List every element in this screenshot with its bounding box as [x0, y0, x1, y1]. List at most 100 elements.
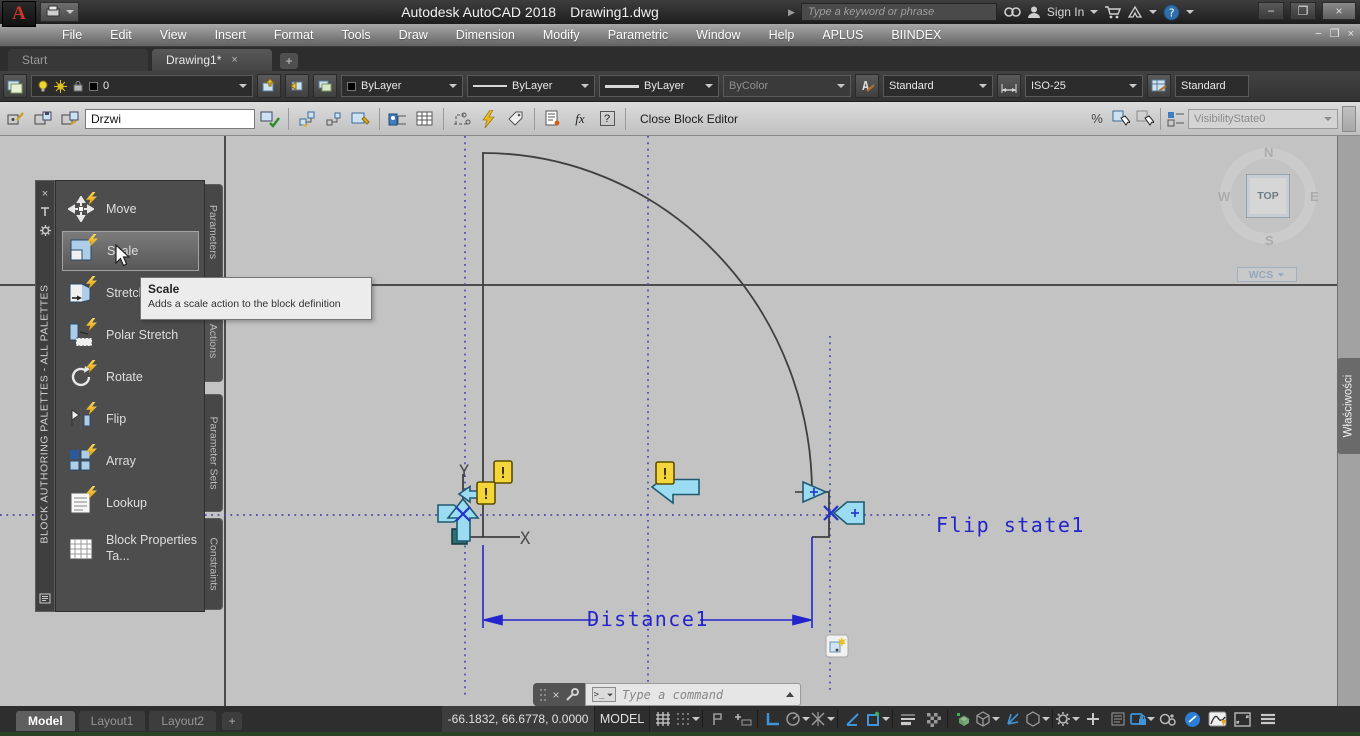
tab-start[interactable]: Start	[8, 49, 148, 71]
menu-parametric[interactable]: Parametric	[594, 24, 682, 47]
osnap-dropdown-icon[interactable]	[882, 717, 890, 721]
tab-parameter-sets[interactable]: Parameter Sets	[205, 394, 223, 512]
constraint-icon[interactable]	[450, 107, 474, 131]
model-space-button[interactable]: MODEL	[594, 706, 650, 732]
viewcube-south[interactable]: S	[1265, 233, 1274, 248]
toolbar-overflow-handle[interactable]	[1342, 106, 1356, 132]
command-prompt-icon[interactable]: >_	[592, 687, 616, 702]
3dosnap-dropdown-icon[interactable]	[992, 717, 1000, 721]
palette-item-lookup[interactable]: Lookup	[62, 483, 199, 523]
make-visible-icon[interactable]	[1109, 107, 1133, 131]
palette-properties-gear-icon[interactable]	[36, 221, 54, 239]
snap-mode-icon[interactable]	[675, 706, 700, 732]
layout2-tab[interactable]: Layout2	[149, 711, 216, 731]
table-style-combo[interactable]: Standard	[1175, 75, 1249, 97]
palette-titlebar[interactable]: × BLOCK AUTHORING PALETTES - ALL PALETTE…	[35, 180, 55, 612]
gizmo-gear-icon[interactable]	[1055, 706, 1080, 732]
menu-format[interactable]: Format	[260, 24, 328, 47]
warning-badges[interactable]: ! ! !	[477, 461, 674, 504]
plot-icon[interactable]	[45, 5, 61, 19]
autocad-logo[interactable]: A	[2, 1, 36, 27]
cart-icon[interactable]	[1104, 5, 1121, 19]
infer-constraints-icon[interactable]	[705, 706, 730, 732]
menu-draw[interactable]: Draw	[385, 24, 442, 47]
iso-dropdown-icon[interactable]	[827, 717, 835, 721]
menu-insert[interactable]: Insert	[201, 24, 260, 47]
gear-dropdown-icon[interactable]	[1072, 717, 1080, 721]
drawing-area[interactable]: Y X Distance1 Flip state1	[0, 136, 1360, 706]
tab-parameters[interactable]: Parameters	[205, 184, 223, 280]
flip-state-label[interactable]: Flip state1	[936, 513, 1085, 537]
linetype-combo[interactable]: ByLayer	[467, 75, 595, 97]
annotation-scale-plus-icon[interactable]	[1080, 706, 1105, 732]
define-attribute-icon[interactable]	[349, 107, 373, 131]
dynamic-ucs-icon[interactable]	[1000, 706, 1025, 732]
attribute-manager-icon[interactable]	[541, 107, 565, 131]
transparency-icon[interactable]	[920, 706, 945, 732]
palette-autohide-icon[interactable]	[36, 203, 54, 221]
menu-window[interactable]: Window	[682, 24, 754, 47]
account-dropdown-icon[interactable]	[1149, 10, 1157, 14]
palette-item-rotate[interactable]: Rotate	[62, 357, 199, 397]
block-table-icon[interactable]	[413, 107, 437, 131]
menu-modify[interactable]: Modify	[529, 24, 594, 47]
properties-panel-tab[interactable]: Właściwości	[1337, 358, 1360, 454]
menu-view[interactable]: View	[146, 24, 201, 47]
palette-bottom-properties-icon[interactable]	[36, 589, 54, 607]
dynamic-input-icon[interactable]	[730, 706, 755, 732]
3d-object-snap-icon[interactable]	[975, 706, 1000, 732]
palette-item-move[interactable]: Move	[62, 189, 199, 229]
menu-biindex[interactable]: BIINDEX	[877, 24, 955, 47]
make-invisible-icon[interactable]	[1133, 107, 1157, 131]
object-snap-icon[interactable]	[865, 706, 890, 732]
autodesk-account-icon[interactable]	[1127, 5, 1143, 19]
layer-on-icon[interactable]	[37, 80, 49, 92]
viewcube-top-face[interactable]: TOP	[1246, 174, 1290, 218]
annotation-mini-icon[interactable]	[826, 635, 848, 657]
parameter-icon[interactable]	[295, 107, 319, 131]
customization-icon[interactable]	[1255, 706, 1280, 732]
grip-dots-icon[interactable]	[539, 688, 547, 702]
visibility-mode-icon[interactable]	[1164, 107, 1188, 131]
palette-item-array[interactable]: Array	[62, 441, 199, 481]
layer-lock-icon[interactable]	[72, 80, 84, 92]
layout1-tab[interactable]: Layout1	[79, 711, 146, 731]
color-combo[interactable]: ByLayer	[341, 75, 463, 97]
lineweight-combo[interactable]: ByLayer	[599, 75, 719, 97]
model-tab[interactable]: Model	[16, 711, 75, 731]
edit-block-icon[interactable]	[4, 107, 28, 131]
wcs-selector[interactable]: WCS	[1237, 267, 1297, 282]
command-line[interactable]: × >_	[533, 683, 801, 706]
make-layer-current-button[interactable]	[257, 74, 281, 98]
text-style-icon[interactable]: A	[855, 74, 879, 98]
tag-icon[interactable]	[504, 107, 528, 131]
annotation-monitor-icon[interactable]	[1205, 706, 1230, 732]
close-block-editor-button[interactable]: Close Block Editor	[632, 107, 746, 131]
tab-constraints[interactable]: Constraints	[205, 518, 223, 610]
search-input[interactable]	[801, 3, 997, 21]
signin-dropdown-icon[interactable]	[1090, 10, 1098, 14]
dim-style-icon[interactable]	[997, 74, 1021, 98]
menu-help[interactable]: Help	[755, 24, 809, 47]
attribute-visibility-icon[interactable]: %	[1085, 107, 1109, 131]
viewcube-west[interactable]: W	[1218, 189, 1230, 204]
object-snap-tracking-icon[interactable]	[840, 706, 865, 732]
close-button[interactable]: ×	[1322, 2, 1356, 20]
help-box-icon[interactable]: ?	[595, 107, 619, 131]
layer-states-button[interactable]	[313, 74, 337, 98]
search-icon[interactable]	[1003, 5, 1021, 19]
restore-button[interactable]: ❐	[1290, 2, 1316, 20]
table-style-icon[interactable]	[1147, 74, 1171, 98]
layer-properties-button[interactable]	[3, 74, 27, 98]
action-icon[interactable]	[322, 107, 346, 131]
filter-dropdown-icon[interactable]	[1042, 717, 1050, 721]
fx-icon[interactable]: fx	[568, 107, 592, 131]
lock-ui-icon[interactable]	[1130, 706, 1155, 732]
new-layout-button[interactable]: +	[222, 712, 242, 730]
doc-close-button[interactable]: ×	[1348, 28, 1354, 40]
lineweight-display-icon[interactable]	[895, 706, 920, 732]
command-close-icon[interactable]: ×	[552, 688, 559, 702]
lockui-dropdown-icon[interactable]	[1147, 717, 1155, 721]
layer-combo-caret[interactable]	[239, 84, 247, 88]
wrench-icon[interactable]	[565, 688, 579, 702]
